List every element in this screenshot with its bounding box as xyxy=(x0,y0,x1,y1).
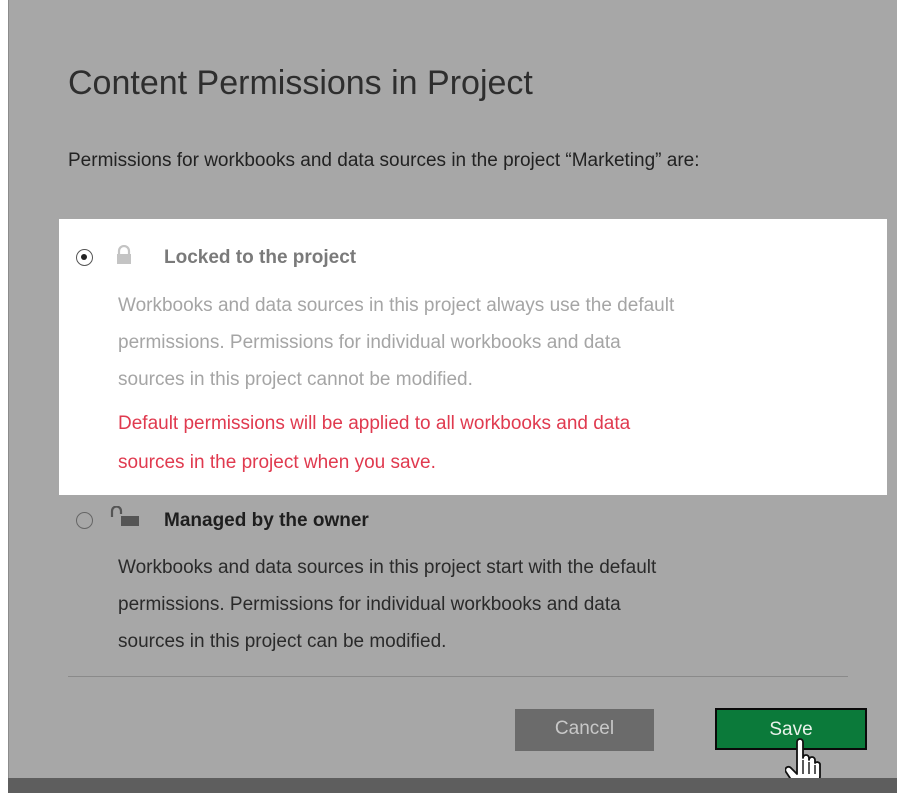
save-button[interactable]: Save xyxy=(715,708,867,750)
option-locked-description-line: Workbooks and data sources in this proje… xyxy=(118,295,675,316)
radio-locked[interactable] xyxy=(76,249,93,266)
save-warning-line: Default permissions will be applied to a… xyxy=(118,413,631,434)
cancel-button[interactable]: Cancel xyxy=(515,709,654,751)
lock-open-icon xyxy=(110,506,139,526)
option-locked-label[interactable]: Locked to the project xyxy=(164,247,356,269)
backdrop-strip xyxy=(8,778,897,793)
option-managed-description-line: Workbooks and data sources in this proje… xyxy=(118,557,657,578)
radio-managed[interactable] xyxy=(76,512,93,529)
footer-divider xyxy=(68,676,848,677)
dialog-title: Content Permissions in Project xyxy=(68,64,533,102)
option-locked-description-line: permissions. Permissions for individual … xyxy=(118,332,621,353)
option-managed-label[interactable]: Managed by the owner xyxy=(164,510,369,532)
option-managed-description-line: permissions. Permissions for individual … xyxy=(118,594,621,615)
dialog-intro: Permissions for workbooks and data sourc… xyxy=(68,150,700,171)
permissions-dialog: Content Permissions in Project Permissio… xyxy=(8,0,897,787)
option-locked-description-line: sources in this project cannot be modifi… xyxy=(118,369,473,390)
lock-closed-icon xyxy=(117,245,131,264)
save-warning-line: sources in the project when you save. xyxy=(118,452,436,473)
option-managed-description-line: sources in this project can be modified. xyxy=(118,631,447,652)
